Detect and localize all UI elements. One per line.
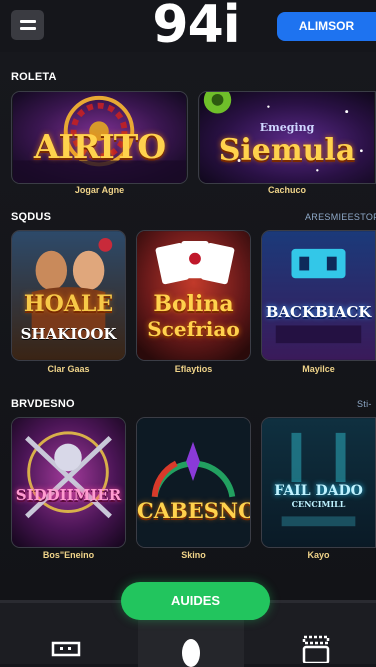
game-caption: Jogar Agne xyxy=(74,185,125,195)
game-art-subtitle: CENCIMILL xyxy=(291,499,346,509)
game-tile-bolina[interactable]: Bolina Scefriao xyxy=(136,230,251,361)
nav-spin[interactable] xyxy=(171,631,211,667)
logo: 94i xyxy=(152,0,240,55)
game-caption: Mayilce xyxy=(302,364,335,374)
game-art-title: HOALE xyxy=(23,291,114,317)
top-action-button[interactable]: ALIMSOR xyxy=(277,12,376,41)
game-art-subtitle: SHAKIOOK xyxy=(20,325,117,343)
section-title-roleta: ROLETA xyxy=(11,71,57,83)
game-caption: Eflaytios xyxy=(174,364,213,374)
game-art-title: FAIL DADO xyxy=(274,483,363,499)
game-art-title: CABESNO xyxy=(137,498,251,523)
nav-games[interactable] xyxy=(296,631,336,667)
game-tile-hoale[interactable]: HOALE SHAKIOOK xyxy=(11,230,126,361)
games-icon xyxy=(302,635,330,663)
cashier-icon xyxy=(51,641,81,657)
game-art-city xyxy=(262,231,375,360)
menu-button[interactable] xyxy=(11,10,44,40)
game-art-title: SIDDIIMIER xyxy=(15,486,122,504)
game-art-title: Bolina xyxy=(153,291,234,317)
game-tile-airito[interactable]: AIRITO xyxy=(11,91,188,184)
top-bar: 94i ALIMSOR xyxy=(0,0,376,55)
hamburger-icon xyxy=(19,20,36,23)
game-art-title: Siemula xyxy=(218,133,356,168)
game-art-subtitle: Scefriao xyxy=(147,317,240,341)
game-tile-siemula[interactable]: Emeging Siemula xyxy=(198,91,376,184)
game-art-title: BACKBIACK xyxy=(265,303,372,321)
game-art-wheel xyxy=(12,418,125,547)
hamburger-icon-line xyxy=(19,27,36,30)
primary-cta-button[interactable]: AUIDES xyxy=(121,582,270,620)
game-caption: Kayo xyxy=(307,550,330,560)
nav-cashier[interactable] xyxy=(46,631,86,667)
game-art-title: AIRITO xyxy=(33,127,166,166)
game-caption: Skino xyxy=(181,550,206,560)
section-title-brvdesno: BRVDESNO xyxy=(11,398,75,410)
game-tile-cabesno[interactable]: CABESNO xyxy=(136,417,251,548)
section-title-sqdus: SQDUS xyxy=(11,211,52,223)
game-caption: Cachuco xyxy=(267,185,306,195)
game-art-gauge xyxy=(137,418,250,547)
game-tile-backbiack[interactable]: BACKBIACK xyxy=(261,230,376,361)
game-tile-siddiimier[interactable]: SIDDIIMIER xyxy=(11,417,126,548)
spin-icon xyxy=(182,639,200,667)
section-link[interactable]: Sti- xyxy=(357,399,372,409)
game-art-subtitle: Emeging xyxy=(259,121,315,134)
game-tile-fail-dado[interactable]: FAIL DADO CENCIMILL xyxy=(261,417,376,548)
game-caption: Bos"Eneino xyxy=(42,550,95,560)
game-caption: Clar Gaas xyxy=(47,364,90,374)
section-link[interactable]: ARESMIEESTOP xyxy=(305,212,376,222)
